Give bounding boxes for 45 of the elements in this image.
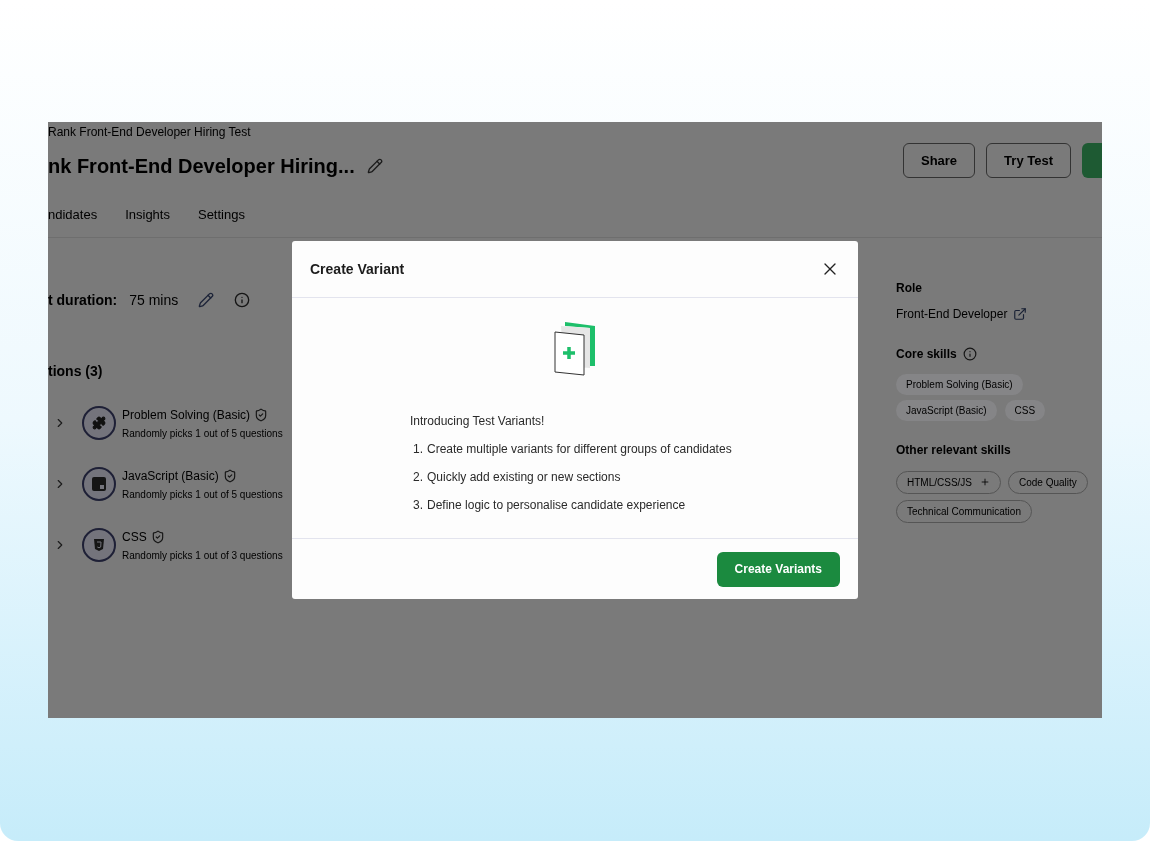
- skill-chip: CSS: [1004, 399, 1046, 421]
- create-variants-button[interactable]: Create Variants: [716, 551, 840, 587]
- pages-plus-icon: [554, 322, 596, 376]
- intro-text: Introducing Test Variants!: [410, 413, 546, 430]
- section-name: JavaScript (Basic): [122, 467, 219, 485]
- skill-chip: JavaScript (Basic): [896, 399, 997, 421]
- verified-icon: [254, 407, 269, 422]
- section-name: CSS: [122, 528, 147, 546]
- puzzle-icon: [92, 416, 106, 430]
- edit-icon[interactable]: [198, 292, 215, 308]
- role-value: Front-End Developer: [896, 305, 1008, 323]
- section-detail: Randomly picks 1 out of 5 questions: [122, 426, 283, 441]
- info-icon[interactable]: [234, 292, 251, 308]
- section-detail: Randomly picks 1 out of 3 questions: [122, 548, 283, 563]
- duration-value: 75 mins: [129, 290, 179, 310]
- skill-chip: Problem Solving (Basic): [896, 373, 1023, 395]
- step-number: 2.: [413, 469, 423, 486]
- step-text: Create multiple variants for different groups of candidates: [427, 441, 732, 458]
- tab[interactable]: Insights: [125, 205, 170, 225]
- external-link-icon[interactable]: [1013, 306, 1028, 321]
- tab[interactable]: ndidates: [48, 205, 98, 225]
- other-skills-label: Other relevant skills: [896, 441, 1012, 459]
- verified-icon: [150, 529, 165, 544]
- role-label: Role: [896, 279, 923, 297]
- css-icon: [92, 538, 106, 552]
- breadcrumb[interactable]: Rank Front-End Developer Hiring Test: [48, 123, 383, 141]
- section-name: Problem Solving (Basic): [122, 406, 251, 424]
- core-skills-label: Core skills: [896, 345, 957, 363]
- page-title: nk Front-End Developer Hiring...: [48, 154, 355, 179]
- step-text: Quickly add existing or new sections: [427, 469, 621, 486]
- dialog-title: Create Variant: [310, 259, 405, 279]
- header-button[interactable]: Share: [902, 143, 976, 178]
- verified-icon: [222, 468, 237, 483]
- step-text: Define logic to personalise candidate experience: [427, 497, 686, 514]
- info-icon[interactable]: [962, 346, 977, 361]
- step-number: 1.: [413, 441, 423, 458]
- edit-icon[interactable]: [366, 158, 383, 174]
- tab[interactable]: Settings: [197, 205, 245, 225]
- duration-label: t duration:: [48, 290, 118, 310]
- sections-heading: tions (3): [48, 361, 104, 381]
- js-icon: [92, 477, 106, 491]
- section-detail: Randomly picks 1 out of 5 questions: [122, 487, 283, 502]
- plus-icon: [980, 477, 990, 487]
- step-number: 3.: [413, 497, 423, 514]
- header-button[interactable]: Try Test: [986, 143, 1071, 178]
